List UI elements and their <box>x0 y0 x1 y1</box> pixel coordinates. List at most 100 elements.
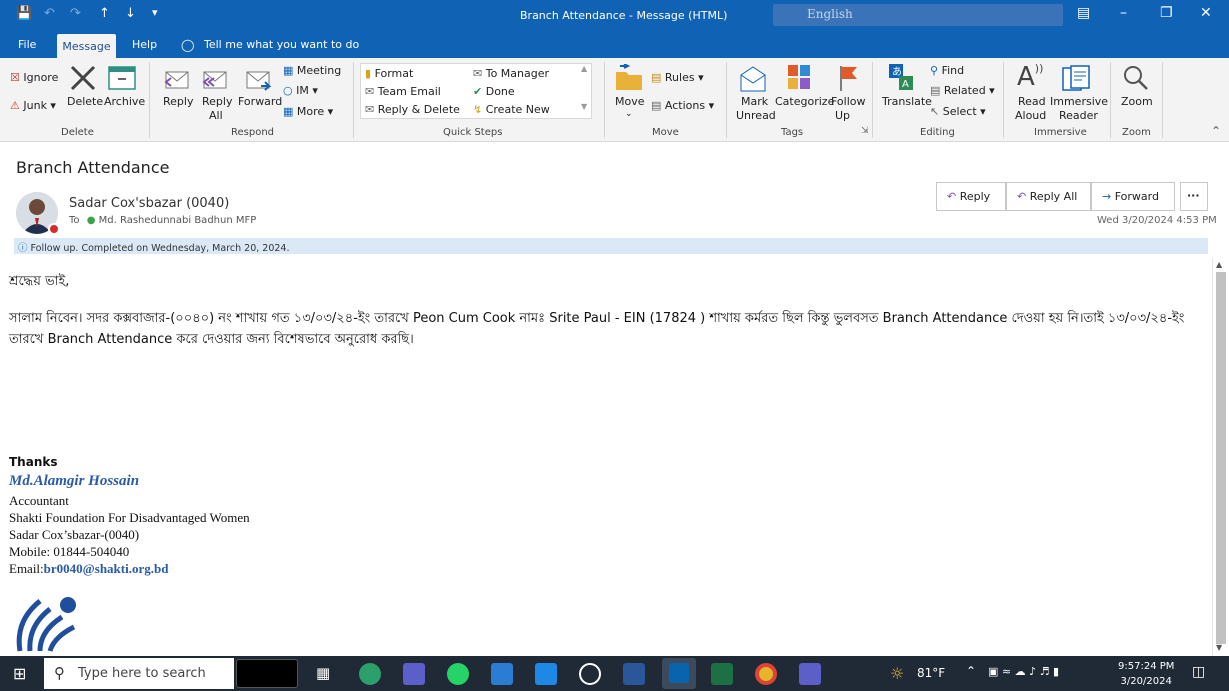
immersive-reader-label-2[interactable]: Reader <box>1059 109 1098 122</box>
tray-chevron-icon[interactable]: ⌃ <box>966 664 976 678</box>
teams-work-icon[interactable] <box>799 663 821 685</box>
reply-icon[interactable] <box>163 66 191 92</box>
translate-icon[interactable]: あA <box>889 64 915 92</box>
weather-icon[interactable]: ☼ <box>890 664 904 683</box>
collapse-ribbon-icon[interactable]: ⌃ <box>1211 124 1221 138</box>
archive-button[interactable]: Archive <box>104 95 145 108</box>
whatsapp-icon[interactable] <box>447 663 469 685</box>
actions-button[interactable]: ▤ Actions ▾ <box>651 99 714 112</box>
notification-icon[interactable]: ◫ <box>1192 664 1205 680</box>
flag-icon[interactable] <box>838 64 860 92</box>
qs-done[interactable]: ✔ Done <box>473 85 515 98</box>
up-arrow-icon[interactable]: ↑ <box>99 6 110 21</box>
sender-name[interactable]: Sadar Cox'sbazar (0040) <box>69 196 229 211</box>
qs-create-new[interactable]: ↯ Create New <box>473 103 550 116</box>
follow-up-label-2[interactable]: Up <box>835 109 850 122</box>
mark-unread-label-1[interactable]: Mark <box>741 95 768 108</box>
rules-button[interactable]: ▤ Rules ▾ <box>651 71 704 84</box>
ignore-button[interactable]: ☒ Ignore <box>10 71 58 84</box>
ribbon-display-icon[interactable]: ▤ <box>1077 5 1090 21</box>
tab-help[interactable]: Help <box>132 38 157 51</box>
reply-all-icon[interactable] <box>201 66 229 92</box>
tab-file[interactable]: File <box>18 38 36 51</box>
delete-icon[interactable] <box>69 64 97 92</box>
down-arrow-icon[interactable]: ↓ <box>125 6 136 21</box>
scrollbar[interactable]: ▲ ▼ <box>1212 258 1229 656</box>
gallery-more-icon[interactable]: ▼ <box>581 102 587 111</box>
clock[interactable]: 9:57:24 PM 3/20/2024 <box>1118 659 1174 689</box>
qs-to-manager[interactable]: ✉ To Manager <box>473 67 549 80</box>
forward-button[interactable]: Forward <box>238 95 282 108</box>
read-aloud-label-2[interactable]: Aloud <box>1015 109 1046 122</box>
email-link[interactable]: br0040@shakti.org.bd <box>44 561 169 576</box>
move-folder-icon[interactable] <box>614 64 644 92</box>
immersive-reader-label-1[interactable]: Immersive <box>1050 95 1108 108</box>
read-aloud-label-1[interactable]: Read <box>1018 95 1046 108</box>
language-toolbar[interactable]: English <box>773 4 1063 26</box>
teams-icon[interactable] <box>403 663 425 685</box>
related-button[interactable]: ▤ Related ▾ <box>930 84 995 97</box>
immersive-reader-icon[interactable] <box>1061 64 1091 92</box>
undo-icon[interactable]: ↶ <box>44 6 55 21</box>
translate-button[interactable]: Translate <box>882 95 932 108</box>
reply-label: Reply <box>959 190 991 203</box>
archive-icon[interactable] <box>108 66 136 90</box>
edge-icon[interactable] <box>359 663 381 685</box>
excel-icon[interactable] <box>711 663 733 685</box>
chrome-icon[interactable] <box>755 663 777 685</box>
app-n-icon[interactable] <box>579 663 601 685</box>
reply-button-header[interactable]: ↶ Reply <box>936 182 1006 211</box>
minimize-icon[interactable]: – <box>1120 5 1127 21</box>
close-icon[interactable]: ✕ <box>1200 5 1212 21</box>
meeting-button[interactable]: ▦ Meeting <box>283 64 341 77</box>
scroll-down-icon[interactable]: ▼ <box>1216 643 1222 652</box>
task-view-icon[interactable]: ▦ <box>316 664 330 682</box>
restore-icon[interactable]: ❐ <box>1160 5 1173 21</box>
zoom-icon[interactable] <box>1122 64 1150 92</box>
recipient-name[interactable]: Md. Rashedunnabi Badhun MFP <box>99 215 257 226</box>
forward-button-header[interactable]: → Forward <box>1091 182 1175 211</box>
windows-start-icon[interactable]: ⊞ <box>13 664 26 683</box>
forward-icon[interactable] <box>244 66 272 92</box>
move-button[interactable]: Move <box>615 95 645 108</box>
customize-icon[interactable]: ▾ <box>152 6 158 19</box>
redo-icon[interactable]: ↷ <box>70 6 81 21</box>
read-aloud-icon[interactable]: A)) <box>1017 62 1043 92</box>
mark-unread-label-2[interactable]: Unread <box>736 109 776 122</box>
temperature[interactable]: 81°F <box>917 666 945 680</box>
tab-message[interactable]: Message <box>57 34 116 58</box>
categorize-icon[interactable] <box>788 65 810 89</box>
move-dropdown-icon[interactable]: ⌄ <box>625 109 633 119</box>
word-icon[interactable] <box>623 663 645 685</box>
delete-button[interactable]: Delete <box>67 95 103 108</box>
find-button[interactable]: ⚲ Find <box>930 64 964 77</box>
outlook-active-icon[interactable] <box>662 658 696 689</box>
categorize-button[interactable]: Categorize <box>775 95 834 108</box>
mail-app-icon[interactable] <box>535 663 557 685</box>
qs-reply-delete[interactable]: ✉ Reply & Delete <box>365 103 460 116</box>
tags-launcher-icon[interactable]: ⇲ <box>861 126 869 136</box>
gallery-up-icon[interactable]: ▲ <box>581 64 587 73</box>
follow-up-label-1[interactable]: Follow <box>831 95 866 108</box>
qs-format[interactable]: ▮ Format <box>365 67 413 80</box>
save-icon[interactable]: 💾 <box>16 6 32 21</box>
scroll-up-icon[interactable]: ▲ <box>1216 260 1222 269</box>
scroll-thumb[interactable] <box>1216 272 1226 644</box>
tray-icons[interactable]: ▣ ≈ ☁ ♪ ♬ ▮ <box>988 665 1059 678</box>
taskbar-search[interactable]: ⚲ Type here to search <box>44 658 234 689</box>
reply-all-button-header[interactable]: ↶ Reply All <box>1006 182 1091 211</box>
tell-me-search[interactable]: Tell me what you want to do <box>204 38 359 51</box>
mark-unread-icon[interactable] <box>739 65 767 93</box>
im-button[interactable]: ○ IM ▾ <box>283 84 318 97</box>
more-button[interactable]: ▦ More ▾ <box>283 105 333 118</box>
select-button[interactable]: ↖ Select ▾ <box>930 105 986 118</box>
more-actions-button[interactable]: ··· <box>1180 182 1208 211</box>
store-icon[interactable] <box>491 663 513 685</box>
reply-all-label-1[interactable]: Reply <box>202 95 232 108</box>
junk-button[interactable]: ⚠ Junk ▾ <box>10 99 56 112</box>
search-highlight-icon[interactable] <box>236 659 298 688</box>
zoom-button[interactable]: Zoom <box>1121 95 1153 108</box>
reply-button[interactable]: Reply <box>163 95 193 108</box>
reply-all-label-2[interactable]: All <box>209 109 223 122</box>
qs-team-email[interactable]: ✉ Team Email <box>365 85 441 98</box>
